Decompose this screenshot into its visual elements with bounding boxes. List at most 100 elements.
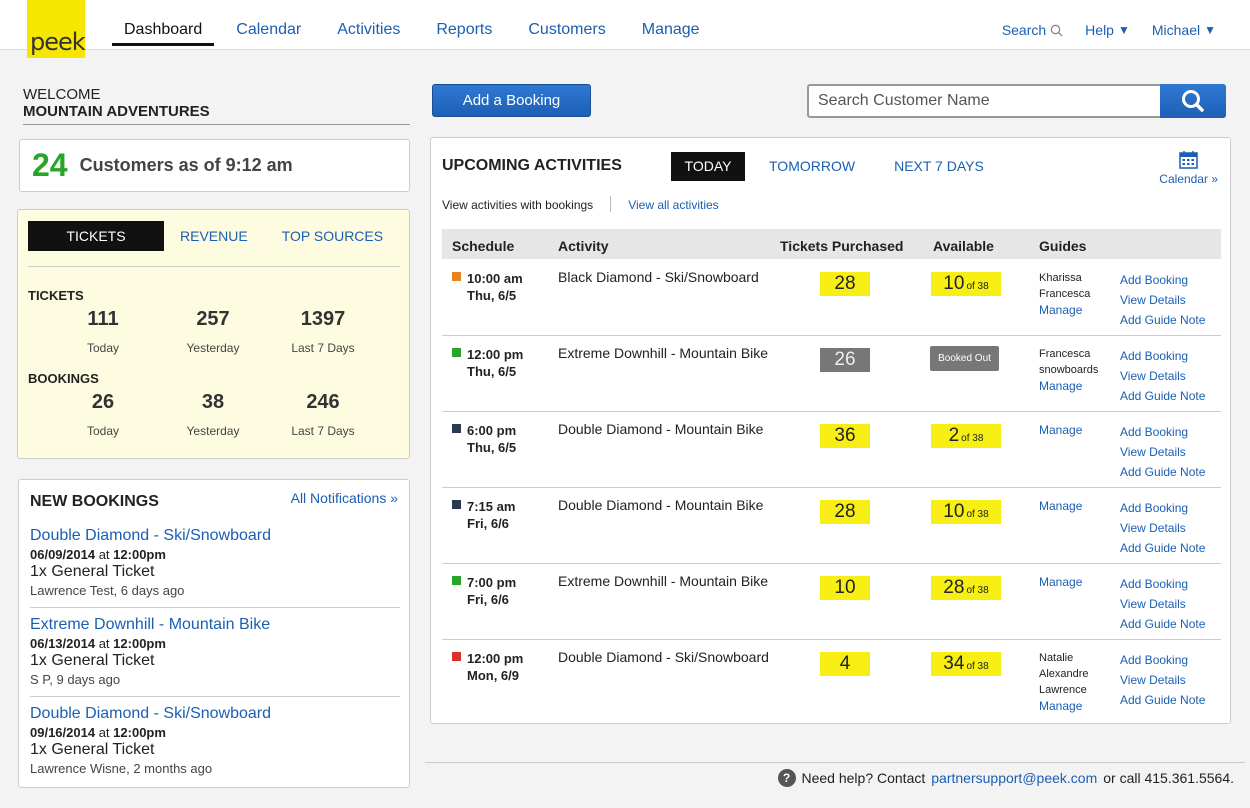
stat-period: Last 7 Days	[291, 424, 355, 438]
activity-color-marker	[452, 576, 461, 585]
manage-guides-link[interactable]: Manage	[1039, 302, 1090, 318]
new-booking-activity-link[interactable]: Double Diamond - Ski/Snowboard	[30, 705, 400, 723]
all-notifications-link[interactable]: All Notifications »	[291, 490, 398, 506]
tab-tickets[interactable]: TICKETS	[28, 221, 164, 251]
nav-customers[interactable]: Customers	[528, 0, 605, 46]
row-actions: Add Booking View Details Add Guide Note	[1120, 498, 1205, 558]
booked-out-badge: Booked Out	[930, 346, 999, 371]
view-details-link[interactable]: View Details	[1120, 442, 1205, 462]
activity-row: 12:00 pm Thu, 6/5 Extreme Downhill - Mount…	[442, 336, 1221, 412]
activity-day: Thu, 6/5	[467, 288, 517, 303]
view-with-bookings-option[interactable]: View activities with bookings	[442, 198, 593, 212]
add-booking-link[interactable]: Add Booking	[1120, 650, 1205, 670]
guide-name: snowboards	[1039, 364, 1099, 376]
nav-search[interactable]: Search	[1002, 22, 1063, 38]
add-booking-link[interactable]: Add Booking	[1120, 422, 1205, 442]
stat-value: 246	[306, 391, 340, 413]
activity-day: Fri, 6/6	[467, 592, 509, 607]
activity-schedule: 10:00 am Thu, 6/5	[467, 270, 523, 304]
add-guide-note-link[interactable]: Add Guide Note	[1120, 614, 1205, 634]
new-booking-date: 06/09/2014 at 12:00pm	[30, 547, 166, 562]
activity-color-marker	[452, 652, 461, 661]
nav-help-label: Help	[1085, 22, 1114, 38]
view-all-activities-link[interactable]: View all activities	[628, 198, 718, 212]
upcoming-tabs: TODAY TOMORROW NEXT 7 DAYS	[671, 152, 1023, 181]
stat-cell: 1397 Last 7 Days	[268, 308, 378, 355]
col-schedule: Schedule	[452, 238, 515, 254]
activity-time: 7:00 pm	[467, 575, 517, 590]
add-guide-note-link[interactable]: Add Guide Note	[1120, 462, 1205, 482]
nav-manage[interactable]: Manage	[642, 0, 700, 46]
tab-revenue[interactable]: REVENUE	[180, 221, 248, 251]
company-name: MOUNTAIN ADVENTURES	[23, 103, 210, 120]
customer-search	[807, 84, 1226, 118]
nav-calendar[interactable]: Calendar	[236, 0, 301, 46]
view-details-link[interactable]: View Details	[1120, 366, 1205, 386]
add-guide-note-link[interactable]: Add Guide Note	[1120, 386, 1205, 406]
nav-reports[interactable]: Reports	[436, 0, 492, 46]
logo-text: peek	[30, 28, 86, 56]
calendar-link[interactable]: Calendar »	[1159, 150, 1218, 186]
stat-period: Last 7 Days	[291, 341, 355, 355]
view-details-link[interactable]: View Details	[1120, 518, 1205, 538]
customer-search-input[interactable]	[809, 86, 1161, 116]
available-count: 28	[943, 577, 965, 598]
manage-guides-link[interactable]: Manage	[1039, 498, 1082, 514]
upcoming-activities-panel: UPCOMING ACTIVITIES TODAY TOMORROW NEXT …	[430, 137, 1231, 724]
guide-name: Francesca	[1039, 348, 1091, 360]
nav-help[interactable]: Help ▼	[1085, 22, 1130, 38]
add-booking-link[interactable]: Add Booking	[1120, 346, 1205, 366]
manage-guides-link[interactable]: Manage	[1039, 698, 1089, 714]
help-text: Need help? Contact	[801, 770, 926, 786]
activity-name: Double Diamond - Mountain Bike	[558, 421, 764, 437]
view-details-link[interactable]: View Details	[1120, 670, 1205, 690]
help-phone-text: or call 415.361.5564.	[1103, 770, 1234, 786]
add-guide-note-link[interactable]: Add Guide Note	[1120, 690, 1205, 710]
search-button[interactable]	[1160, 84, 1226, 118]
tab-tomorrow[interactable]: TOMORROW	[769, 152, 855, 181]
add-booking-link[interactable]: Add Booking	[1120, 498, 1205, 518]
stat-cell: 38 Yesterday	[158, 391, 268, 438]
divider	[425, 762, 1245, 763]
col-tickets-purchased: Tickets Purchased	[780, 238, 904, 254]
new-booking-item: Extreme Downhill - Mountain Bike 06/13/2…	[30, 616, 400, 687]
tab-today[interactable]: TODAY	[671, 152, 745, 181]
add-guide-note-link[interactable]: Add Guide Note	[1120, 310, 1205, 330]
capacity-label: of 38	[966, 509, 989, 520]
tickets-purchased-badge: 36	[820, 424, 870, 448]
add-booking-button[interactable]: Add a Booking	[432, 84, 591, 117]
manage-guides-link[interactable]: Manage	[1039, 378, 1098, 394]
tickets-purchased-badge: 4	[820, 652, 870, 676]
nav-user-menu[interactable]: Michael ▼	[1152, 22, 1216, 38]
activity-schedule: 6:00 pm Thu, 6/5	[467, 422, 516, 456]
main-nav: Dashboard Calendar Activities Reports Cu…	[112, 0, 736, 50]
stat-cell: 26 Today	[48, 391, 158, 438]
add-guide-note-link[interactable]: Add Guide Note	[1120, 538, 1205, 558]
activity-filter-row: View activities with bookings View all a…	[442, 196, 719, 212]
guide-name: Francesca	[1039, 288, 1091, 300]
activity-time: 12:00 pm	[467, 651, 524, 666]
view-details-link[interactable]: View Details	[1120, 594, 1205, 614]
tab-next-7-days[interactable]: NEXT 7 DAYS	[894, 152, 984, 181]
new-booking-ticket: 1x General Ticket	[30, 563, 155, 580]
stat-cell: 257 Yesterday	[158, 308, 268, 355]
tickets-stats-label: TICKETS	[28, 288, 84, 303]
support-email-link[interactable]: partnersupport@peek.com	[931, 770, 1097, 786]
available-badge: 10 of 38	[931, 272, 1001, 296]
peek-logo[interactable]: peek	[27, 0, 86, 58]
new-booking-activity-link[interactable]: Double Diamond - Ski/Snowboard	[30, 527, 400, 545]
stat-period: Yesterday	[186, 424, 240, 438]
add-booking-link[interactable]: Add Booking	[1120, 574, 1205, 594]
view-details-link[interactable]: View Details	[1120, 290, 1205, 310]
manage-guides-link[interactable]: Manage	[1039, 422, 1082, 438]
tab-top-sources[interactable]: TOP SOURCES	[282, 221, 383, 251]
calendar-icon	[1179, 151, 1198, 169]
add-booking-link[interactable]: Add Booking	[1120, 270, 1205, 290]
help-icon: ?	[777, 769, 796, 787]
activity-name: Extreme Downhill - Mountain Bike	[558, 345, 769, 361]
stat-value: 111	[87, 308, 119, 330]
new-booking-activity-link[interactable]: Extreme Downhill - Mountain Bike	[30, 616, 400, 634]
nav-dashboard[interactable]: Dashboard	[112, 0, 215, 46]
manage-guides-link[interactable]: Manage	[1039, 574, 1082, 590]
nav-activities[interactable]: Activities	[337, 0, 400, 46]
